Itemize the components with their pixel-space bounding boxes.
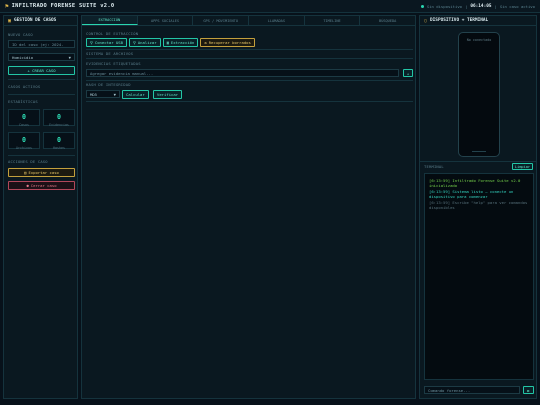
folder-icon: ▣ xyxy=(8,17,12,24)
create-case-button[interactable]: + CREAR CASO xyxy=(8,66,75,75)
stat-value: 0 xyxy=(57,136,61,144)
divider: | xyxy=(494,3,497,9)
integrity-hash-label: HASH DE INTEGRIDAD xyxy=(86,82,131,87)
stat-evidence: 0 Evidencias xyxy=(43,109,75,127)
usb-icon: ⚲ xyxy=(90,40,93,45)
app-title: ⚑ INFILTRADO FORENSE SUITE v2.0 xyxy=(5,3,114,10)
divider xyxy=(86,58,413,59)
hash-algo-select[interactable]: MD5 ▼ xyxy=(86,90,120,98)
chevron-down-icon: ▼ xyxy=(68,54,71,60)
active-cases-label: CASOS ACTIVOS xyxy=(8,84,41,89)
send-command-button[interactable]: ▶ xyxy=(523,386,534,394)
verify-button[interactable]: Verificar xyxy=(153,90,183,99)
app-title-text: INFILTRADO FORENSE SUITE v2.0 xyxy=(11,3,115,9)
main-panel: EXTRACCIÓN APPS SOCIALES GPS / MOVIMIENT… xyxy=(81,15,416,399)
divider xyxy=(420,161,536,162)
tab-bar: EXTRACCIÓN APPS SOCIALES GPS / MOVIMIENT… xyxy=(82,16,415,26)
stat-files: 0 Archivos xyxy=(8,132,40,150)
new-case-label: NUEVO CASO xyxy=(8,32,33,37)
log-line: [6:13:59] Escribe "help" para ver comand… xyxy=(429,200,528,210)
recover-deleted-button[interactable]: ♻ Recuperar borrados xyxy=(200,38,255,47)
chevron-down-icon: ▼ xyxy=(113,91,116,97)
tab-extraction[interactable]: EXTRACCIÓN xyxy=(82,16,138,25)
divider xyxy=(8,155,75,156)
filesystem-label: SISTEMA DE ARCHIVOS xyxy=(86,51,134,56)
export-case-label: Exportar caso xyxy=(28,170,59,175)
inbox-icon: ▣ xyxy=(166,40,169,45)
close-case-button[interactable]: ● Cerrar caso xyxy=(8,181,75,190)
stat-value: 0 xyxy=(22,113,26,121)
hash-algo-value: MD5 xyxy=(90,91,98,97)
clear-terminal-button[interactable]: Limpiar xyxy=(512,163,533,170)
detective-icon: ⚑ xyxy=(5,2,9,10)
command-input[interactable]: Comando forense... xyxy=(424,386,520,394)
right-panel-header: ▯ DISPOSITIVO + TERMINAL xyxy=(420,16,536,26)
tab-calls[interactable]: LLAMADAS xyxy=(249,16,305,25)
case-sidebar: ▣ GESTIÓN DE CASOS NUEVO CASO ID del cas… xyxy=(3,15,78,399)
device-status: Sin dispositivo xyxy=(426,3,463,9)
stat-cases: 0 Casos xyxy=(8,109,40,127)
export-case-button[interactable]: ▤ Exportar caso xyxy=(8,168,75,177)
terminal-output: [6:13:59] Infiltrado Forense Suite v2.0 … xyxy=(424,173,534,380)
case-type-value: Homicidio xyxy=(12,54,34,60)
extraction-toolbar: ⚲ Conectar USB ⚲ Analizar ▣ Extracción ♻… xyxy=(86,38,255,47)
magnifier-icon: ⚲ xyxy=(132,40,136,45)
stat-value: 0 xyxy=(22,136,26,144)
connect-usb-label: Conectar USB xyxy=(94,40,123,45)
stat-value: 0 xyxy=(57,113,61,121)
tab-search[interactable]: BÚSQUEDA xyxy=(360,16,415,25)
status-area: Sin dispositivo | 06:14:05 | Sin caso ac… xyxy=(420,3,535,9)
device-terminal-panel: ▯ DISPOSITIVO + TERMINAL No conectado TE… xyxy=(419,15,537,399)
analyze-button[interactable]: ⚲ Analizar xyxy=(128,38,161,47)
tagged-evidence-label: EVIDENCIAS ETIQUETADAS xyxy=(86,61,141,66)
stat-hashes: 0 Hashes xyxy=(43,132,75,150)
top-bar: ⚑ INFILTRADO FORENSE SUITE v2.0 Sin disp… xyxy=(0,0,540,13)
case-type-select[interactable]: Homicidio ▼ xyxy=(8,53,75,61)
close-case-label: Cerrar caso xyxy=(30,183,57,188)
tab-gps[interactable]: GPS / MOVIMIENTO xyxy=(193,16,250,25)
home-bar xyxy=(472,151,486,152)
divider xyxy=(8,94,75,95)
sidebar-header: ▣ GESTIÓN DE CASOS xyxy=(4,16,77,26)
divider xyxy=(86,49,413,50)
sidebar-title: GESTIÓN DE CASOS xyxy=(14,18,57,23)
stat-label: Evidencias xyxy=(49,123,69,127)
log-line: [6:13:59] Sistema listo – conecte un dis… xyxy=(429,189,514,199)
divider xyxy=(86,101,413,102)
extraction-control-label: CONTROL DE EXTRACCIÓN xyxy=(86,31,139,36)
device-status-text: No conectado xyxy=(466,38,492,42)
stat-label: Archivos xyxy=(16,146,32,150)
evidence-input[interactable]: Agregar evidencia manual... xyxy=(86,69,399,77)
status-dot-icon xyxy=(420,4,424,8)
case-status: Sin caso activo xyxy=(499,3,535,9)
log-line: [6:13:59] Infiltrado Forense Suite v2.0 … xyxy=(429,178,521,188)
case-id-input[interactable]: ID del caso (ej: 2024- xyxy=(8,40,75,48)
terminal-label: TERMINAL xyxy=(424,164,444,169)
document-icon: ▤ xyxy=(24,170,27,175)
clock: 06:14:05 xyxy=(470,3,492,9)
divider: | xyxy=(465,3,468,9)
tab-timeline[interactable]: TIMELINE xyxy=(305,16,361,25)
recycle-icon: ♻ xyxy=(204,40,207,45)
extraction-label: Extracción xyxy=(170,40,195,45)
lock-icon: ● xyxy=(26,183,29,188)
tab-social-apps[interactable]: APPS SOCIALES xyxy=(138,16,194,25)
recover-deleted-label: Recuperar borrados xyxy=(208,40,251,45)
divider xyxy=(86,80,413,81)
divider xyxy=(8,79,75,80)
case-actions-label: ACCIONES DE CASO xyxy=(8,159,48,164)
connect-usb-button[interactable]: ⚲ Conectar USB xyxy=(86,38,127,47)
right-panel-title: DISPOSITIVO + TERMINAL xyxy=(430,18,489,23)
stat-label: Hashes xyxy=(53,146,65,150)
device-preview: No conectado xyxy=(458,32,500,157)
stats-label: ESTADÍSTICAS xyxy=(8,99,38,104)
extraction-button[interactable]: ▣ Extracción xyxy=(162,38,199,47)
calculate-button[interactable]: Calcular xyxy=(122,90,149,99)
stat-label: Casos xyxy=(19,123,29,127)
analyze-label: Analizar xyxy=(137,40,157,45)
add-evidence-button[interactable]: + xyxy=(403,69,413,77)
phone-icon: ▯ xyxy=(424,17,428,24)
